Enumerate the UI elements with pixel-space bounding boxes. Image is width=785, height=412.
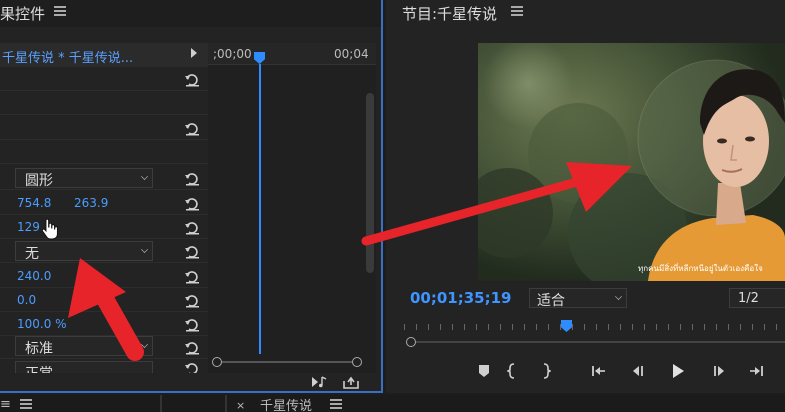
time-ruler[interactable]: ;00;00 00;04 <box>208 43 376 65</box>
shape-dropdown[interactable]: 圆形 <box>15 168 153 189</box>
menu-icon[interactable] <box>330 399 342 409</box>
monitor-time-ruler[interactable] <box>404 318 785 330</box>
prop-row-angle: 129 <box>0 215 208 240</box>
vertical-scrollbar[interactable] <box>366 93 374 273</box>
effect-controls-panel: 果控件 千星传说 * 千星传说... 圆形 754.8 263.9 129 无 <box>0 0 383 393</box>
zoom-handle-right[interactable] <box>352 357 362 367</box>
prop-row-blend: 标准 <box>0 335 208 359</box>
divider <box>160 395 162 412</box>
step-back-icon[interactable] <box>627 360 651 382</box>
prop-row-partial: 正常 <box>0 359 208 373</box>
out-point-icon[interactable] <box>534 360 558 382</box>
video-preview[interactable]: ทุกคนมีสิ่งที่หลีกหนีอยู่ในตัวเองคือใจ <box>478 43 785 281</box>
ruler-ticks <box>404 324 785 330</box>
prop-row-size: 240.0 <box>0 264 208 288</box>
video-subtitle: ทุกคนมีสิ่งที่หลีกหนีอยู่ในตัวเองคือใจ <box>638 264 763 273</box>
ruler-start-time: ;00;00 <box>213 47 252 61</box>
step-forward-icon[interactable] <box>706 360 730 382</box>
prop-row-opacity: 100.0 % <box>0 312 208 336</box>
prop-row <box>0 116 208 140</box>
reset-icon[interactable] <box>184 269 200 284</box>
menu-icon[interactable] <box>54 6 66 16</box>
clip-label[interactable]: 千星传说 * 千星传说... <box>2 47 133 66</box>
play-icon[interactable] <box>666 360 690 382</box>
shape-value: 圆形 <box>25 173 53 189</box>
program-monitor-panel: 节目:千星传说 ทุกคนมีสิ่งที่หลีกหนีอยู่ในตัวเอ… <box>386 0 785 393</box>
panel-title[interactable]: 节目:千星传说 <box>402 3 497 24</box>
lower-panel-tabs: ≡ × 千星传说 <box>0 395 785 412</box>
partial-value: 正常 <box>25 363 53 373</box>
go-to-in-icon[interactable] <box>586 360 610 382</box>
reset-icon[interactable] <box>184 317 200 332</box>
prop-row-softness: 0.0 <box>0 288 208 312</box>
menu-icon[interactable] <box>511 6 523 16</box>
chevron-down-icon <box>141 173 148 180</box>
chevron-down-icon <box>141 246 148 253</box>
size-value[interactable]: 240.0 <box>17 269 51 283</box>
monitor-zoom-scrollbar[interactable] <box>404 336 785 348</box>
reset-icon[interactable] <box>184 340 200 355</box>
feather-value: 无 <box>25 246 39 262</box>
opacity-value[interactable]: 100.0 % <box>17 317 67 331</box>
resolution-value: 1/2 <box>738 291 759 306</box>
partial-dropdown[interactable]: 正常 <box>15 361 153 373</box>
effect-controls-tab[interactable]: 果控件 <box>0 0 381 27</box>
current-timecode[interactable]: 00;01;35;19 <box>410 289 512 307</box>
audio-icon[interactable] <box>310 374 328 390</box>
reset-icon[interactable] <box>184 244 200 259</box>
reset-icon[interactable] <box>184 293 200 308</box>
sequence-tab[interactable]: 千星传说 <box>260 395 312 412</box>
reset-icon[interactable] <box>184 361 200 373</box>
divider <box>225 395 227 412</box>
prop-row <box>0 91 208 115</box>
horizontal-zoom-scrollbar[interactable] <box>212 355 362 369</box>
reset-icon[interactable] <box>184 196 200 211</box>
angle-value[interactable]: 129 <box>17 220 40 234</box>
marker-icon[interactable] <box>472 360 496 382</box>
close-icon[interactable]: × <box>236 399 245 412</box>
reset-icon[interactable] <box>184 220 200 235</box>
prop-row <box>0 140 208 164</box>
panel-footer-icons <box>310 374 370 390</box>
playhead-line <box>259 64 261 354</box>
in-point-icon[interactable] <box>500 360 524 382</box>
position-x-value[interactable]: 754.8 <box>17 196 51 210</box>
monitor-playhead[interactable] <box>561 320 572 332</box>
softness-value[interactable]: 0.0 <box>17 293 36 307</box>
blend-value: 标准 <box>25 341 53 357</box>
partial-tab-glyph: ≡ <box>0 397 11 412</box>
clip-header: 千星传说 * 千星传说... <box>0 43 208 67</box>
zoom-bar[interactable] <box>416 341 785 343</box>
prop-row-feather: 无 <box>0 239 208 263</box>
zoom-bar[interactable] <box>222 361 352 363</box>
transport-controls <box>472 360 785 382</box>
blend-dropdown[interactable]: 标准 <box>15 336 153 357</box>
fit-value: 适合 <box>537 293 565 309</box>
prop-row-shape: 圆形 <box>0 166 208 190</box>
prop-row-position: 754.8 263.9 <box>0 191 208 215</box>
reset-icon[interactable] <box>184 171 200 186</box>
resolution-dropdown[interactable]: 1/2 <box>729 288 785 308</box>
position-y-value[interactable]: 263.9 <box>74 196 108 210</box>
effect-timeline[interactable]: ;00;00 00;04 <box>208 43 376 373</box>
export-icon[interactable] <box>342 374 360 390</box>
play-icon[interactable] <box>191 48 197 58</box>
prop-row <box>0 67 208 91</box>
menu-icon[interactable] <box>20 399 32 409</box>
zoom-handle-left[interactable] <box>406 337 416 347</box>
panel-title: 果控件 <box>0 5 46 23</box>
feather-dropdown[interactable]: 无 <box>15 241 153 262</box>
ruler-end-time: 00;04 <box>334 47 369 61</box>
zoom-fit-dropdown[interactable]: 适合 <box>529 288 627 309</box>
chevron-down-icon <box>141 341 148 348</box>
video-frame <box>478 43 785 281</box>
go-to-out-icon[interactable] <box>745 360 769 382</box>
chevron-down-icon <box>615 293 622 300</box>
zoom-handle-left[interactable] <box>212 357 222 367</box>
reset-icon[interactable] <box>184 121 200 136</box>
reset-icon[interactable] <box>184 72 200 87</box>
